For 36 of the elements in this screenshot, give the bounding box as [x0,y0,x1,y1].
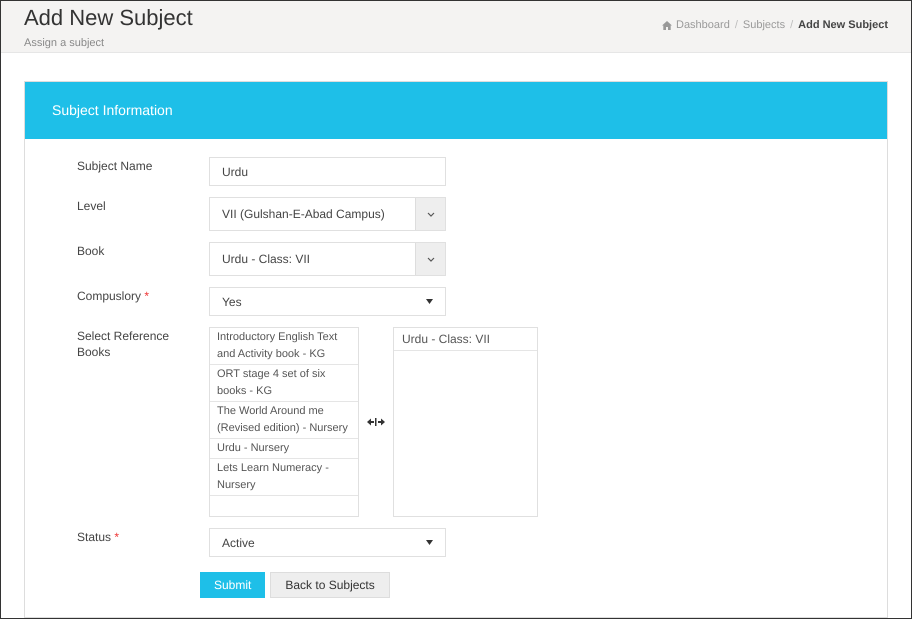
combo-field[interactable]: VII (Gulshan-E-Abad Campus) [209,197,446,231]
select-field[interactable]: Active [209,528,446,557]
transfer-arrows-icon[interactable] [367,418,385,426]
dropdown-button[interactable] [415,198,445,230]
book-option[interactable]: ORT stage 4 set of six books - KG [210,365,358,402]
caret-icon [426,540,433,545]
field-label: Status * [77,529,120,545]
select-field[interactable]: Yes [209,287,446,316]
page-title: Add New Subject [24,5,193,31]
caret-icon [426,299,433,304]
combo-value: VII (Gulshan-E-Abad Campus) [221,206,386,223]
book-option[interactable]: The World Around me (Revised edition) - Nursery [210,402,358,439]
field-label: Subject Name [77,158,154,174]
field-label: Level [77,198,107,214]
breadcrumb-separator: / [734,18,738,33]
home-icon [662,20,672,30]
field-label: Compuslory * [77,288,150,304]
text-field[interactable]: Urdu [209,157,446,186]
page-subtitle: Assign a subject [24,36,106,51]
field-label: Select Reference Books [77,328,170,360]
book-option[interactable]: Urdu - Class: VII [394,328,537,351]
field-label: Book [77,243,106,259]
combo-field[interactable]: Urdu - Class: VII [209,242,446,276]
book-option[interactable]: Lets Learn Numeracy - Nursery [210,459,358,496]
chevron-down-icon [426,212,434,216]
back-button[interactable]: Back to Subjects [270,572,390,598]
selected-books-list[interactable]: Urdu - Class: VII [393,327,538,517]
book-option[interactable]: Urdu - Nursery [210,439,358,459]
panel-title: Subject Information [52,101,173,120]
chevron-down-icon [426,256,434,262]
available-books-list[interactable]: Introductory English Text and Activity book - KG ORT stage 4 set of six books - KG The World Around me (Revised edition) - Nursery Urdu - Nursery Lets Learn Numeracy - Nursery [209,327,359,517]
dropdown-button[interactable] [415,243,445,275]
breadcrumb-separator: / [790,18,794,33]
book-option[interactable]: Introductory English Text and Activity book - KG [210,328,358,365]
breadcrumb-link[interactable]: Add New Subject [798,16,888,34]
combo-value: Urdu - Class: VII [221,251,312,268]
